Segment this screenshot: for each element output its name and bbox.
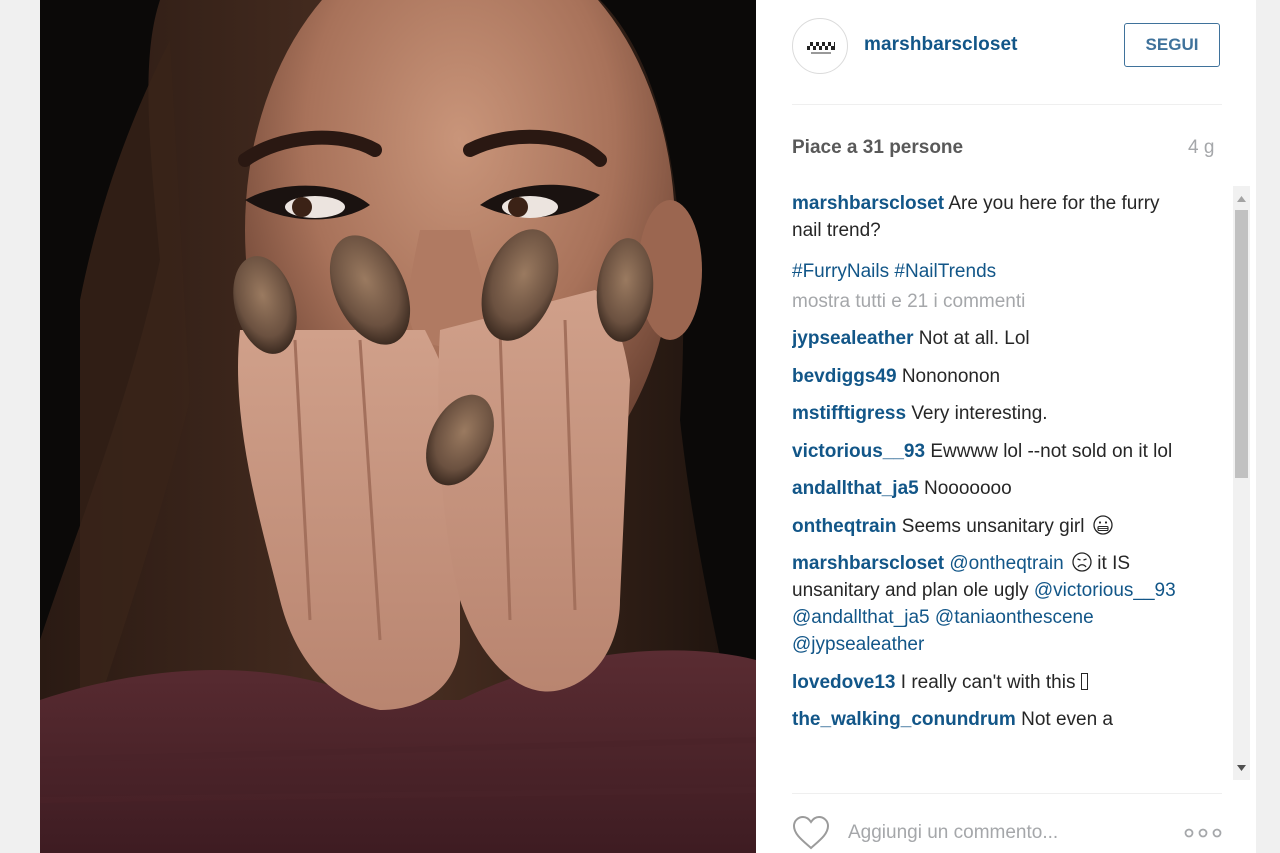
post-header: marshbarscloset SEGUI [792,18,1222,78]
heart-outline-icon[interactable] [792,815,830,851]
comments-list: marshbarscloset Are you here for the fur… [792,190,1188,782]
comment-text: Seems unsanitary girl [901,515,1085,537]
divider [792,793,1222,794]
ellipsis-icon[interactable] [1184,826,1222,840]
missing-glyph-icon [1081,672,1089,690]
post-photo [40,0,756,853]
scrollbar-thumb[interactable] [1235,210,1248,478]
comment-item: jypsealeather Not at all. Lol [792,325,1188,352]
comment-item: lovedove13 I really can't with this [792,669,1188,696]
comment-username[interactable]: andallthat_ja5 [792,478,919,499]
comment-item: marshbarscloset @ontheqtrain it IS unsan… [792,550,1188,658]
comment-text: Very interesting. [911,403,1048,424]
hashtag-links[interactable]: #FurryNails #NailTrends [792,261,996,282]
comment-item: bevdiggs49 Nonononon [792,363,1188,390]
comment-username[interactable]: the_walking_conundrum [792,709,1016,730]
comment-item: ontheqtrain Seems unsanitary girl [792,513,1188,540]
scroll-up-icon[interactable] [1233,190,1250,207]
load-more-comments[interactable]: mostra tutti e 21 i commenti [792,288,1188,315]
post-side-panel: marshbarscloset SEGUI Piace a 31 persone… [756,0,1256,853]
comment-item: the_walking_conundrum Not even a [792,706,1188,733]
comment-text: Not at all. Lol [918,328,1030,349]
mention-link[interactable]: @ontheqtrain [949,553,1063,574]
mention-link[interactable]: @andallthat_ja5 [792,607,930,628]
comment-text: Nooooooo [924,478,1012,499]
mention-link[interactable]: @jypsealeather [792,634,924,655]
caption: marshbarscloset Are you here for the fur… [792,190,1188,244]
post-image [40,0,756,853]
comment-text: Ewwww lol --not sold on it lol [930,440,1173,462]
frown-emoji-icon [1072,552,1092,572]
comment-username[interactable]: lovedove13 [792,672,896,693]
comment-text: Not even a [1021,709,1113,730]
mention-link[interactable]: @taniaonthescene [935,607,1094,628]
mention-link[interactable]: @victorious__93 [1034,580,1176,601]
comment-username[interactable]: bevdiggs49 [792,366,897,387]
comment-item: mstifftigress Very interesting. [792,400,1188,427]
likes-count[interactable]: Piace a 31 persone [792,137,963,159]
comment-username[interactable]: marshbarscloset [792,193,944,214]
post-timestamp[interactable]: 4 g [1188,137,1214,159]
comment-text: I really can't with this [900,671,1076,693]
add-comment-input[interactable] [848,818,1118,848]
comment-username[interactable]: ontheqtrain [792,516,897,537]
follow-button[interactable]: SEGUI [1124,23,1220,67]
comments-scrollbar[interactable] [1233,186,1250,780]
comment-item: victorious__93 Ewwww lol --not sold on i… [792,438,1188,465]
comment-username[interactable]: jypsealeather [792,328,913,349]
comment-item: andallthat_ja5 Nooooooo [792,475,1188,502]
comment-username[interactable]: marshbarscloset [792,553,944,574]
comment-text: Nonononon [901,365,1001,387]
comment-username[interactable]: victorious__93 [792,441,925,462]
scroll-down-icon[interactable] [1233,759,1250,776]
divider [792,104,1222,105]
brand-logo-icon [807,42,835,54]
hashtags: #FurryNails #NailTrends [792,258,1188,285]
post-author-username[interactable]: marshbarscloset [864,34,1018,56]
avatar[interactable] [792,18,848,74]
comment-username[interactable]: mstifftigress [792,403,906,424]
grimace-emoji-icon [1093,514,1113,535]
